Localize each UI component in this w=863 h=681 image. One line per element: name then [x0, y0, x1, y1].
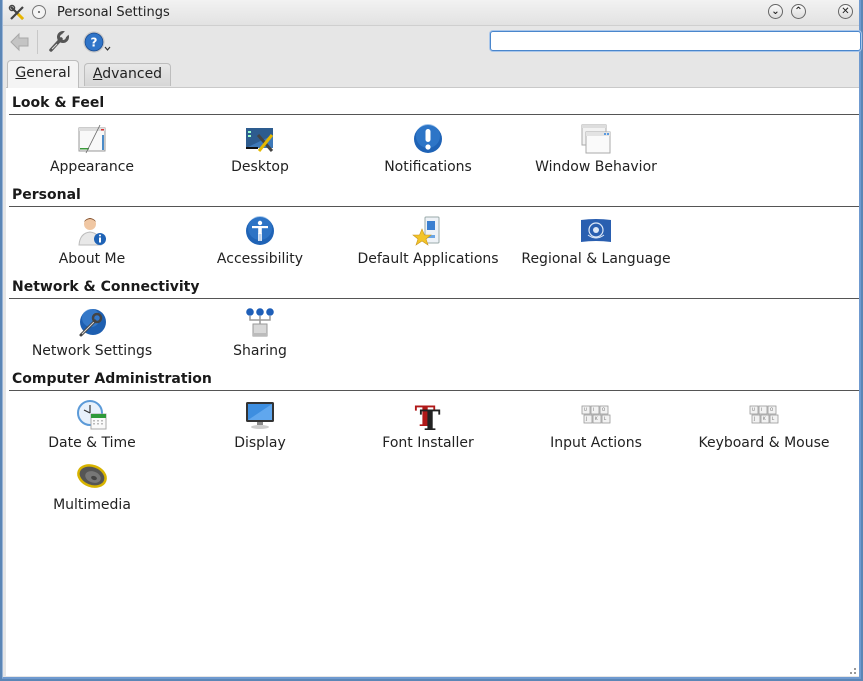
regional-language-icon — [581, 219, 611, 242]
item-label: Network Settings — [31, 343, 153, 359]
settings-tools-icon[interactable] — [8, 4, 26, 22]
svg-text:I: I — [593, 407, 594, 412]
tab-advanced-label: dvanced — [102, 66, 163, 82]
settings-content: Look & Feel Appearance Desktop Notificat… — [6, 87, 859, 676]
section-header-personal: Personal — [12, 187, 81, 203]
help-button[interactable]: ? — [83, 29, 113, 55]
font-installer-icon: T T — [415, 400, 441, 431]
svg-text:T: T — [420, 404, 441, 431]
section-header-computer-administration: Computer Administration — [12, 371, 212, 387]
window-title: Personal Settings — [57, 5, 170, 20]
title-bar[interactable]: Personal Settings ⌄ ⌃ ✕ — [3, 0, 859, 26]
configure-button[interactable] — [45, 29, 71, 55]
item-accessibility[interactable]: Accessibility — [176, 215, 344, 275]
notifications-icon — [414, 124, 442, 153]
item-font-installer[interactable]: T T Font Installer — [344, 399, 512, 459]
desktop-icon — [246, 128, 274, 152]
item-default-applications[interactable]: Default Applications — [344, 215, 512, 275]
search-input[interactable] — [490, 31, 861, 51]
item-label: Window Behavior — [535, 159, 657, 175]
svg-text:I: I — [761, 407, 762, 412]
minimize-icon: ⌄ — [771, 6, 780, 17]
item-network-settings[interactable]: Network Settings — [8, 307, 176, 367]
item-display[interactable]: Display — [176, 399, 344, 459]
about-me-icon — [78, 218, 106, 246]
svg-text:?: ? — [91, 36, 98, 50]
keyboard-mouse-icon: U I OJ K L — [749, 405, 779, 424]
appearance-icon — [78, 124, 106, 154]
accessibility-icon — [246, 216, 274, 245]
section-divider — [9, 114, 859, 115]
item-desktop[interactable]: Desktop — [176, 123, 344, 183]
multimedia-icon — [77, 464, 107, 488]
date-time-icon — [77, 400, 107, 430]
close-button[interactable]: ✕ — [838, 4, 853, 19]
item-label: Notifications — [384, 159, 472, 175]
item-keyboard-mouse[interactable]: UIOJKL Keyboard & Mouse — [680, 399, 848, 459]
maximize-icon: ⌃ — [794, 6, 803, 17]
item-label: Display — [234, 435, 286, 451]
personal-settings-window: Personal Settings ⌄ ⌃ ✕ ? General Advanc… — [2, 0, 861, 679]
item-label: Multimedia — [53, 497, 131, 513]
tab-advanced-mnemonic: A — [92, 66, 103, 82]
item-label: Regional & Language — [521, 251, 671, 267]
network-settings-icon — [79, 309, 106, 337]
item-label: Input Actions — [550, 435, 642, 451]
item-about-me[interactable]: About Me — [8, 215, 176, 275]
section-divider — [9, 206, 859, 207]
on-all-desktops-button[interactable] — [32, 5, 46, 19]
svg-text:J: J — [753, 416, 755, 421]
item-label: Keyboard & Mouse — [698, 435, 830, 451]
resize-grip-icon[interactable] — [849, 667, 857, 675]
section-header-network-connectivity: Network & Connectivity — [12, 279, 200, 295]
item-label: Date & Time — [48, 435, 136, 451]
item-sharing[interactable]: Sharing — [176, 307, 344, 367]
svg-text:U: U — [752, 407, 755, 412]
item-label: Desktop — [231, 159, 289, 175]
close-icon: ✕ — [841, 6, 850, 17]
svg-text:O: O — [602, 407, 605, 412]
item-label: Sharing — [233, 343, 287, 359]
tab-general[interactable]: General — [7, 60, 79, 88]
item-appearance[interactable]: Appearance — [8, 123, 176, 183]
maximize-button[interactable]: ⌃ — [791, 4, 806, 19]
item-label: Appearance — [49, 159, 135, 175]
minimize-button[interactable]: ⌄ — [768, 4, 783, 19]
default-applications-icon — [412, 216, 440, 246]
item-label: Font Installer — [382, 435, 474, 451]
back-button[interactable] — [7, 29, 33, 55]
window-behavior-icon — [581, 124, 611, 154]
display-icon — [246, 402, 274, 429]
item-label: Default Applications — [357, 251, 499, 267]
section-header-look-and-feel: Look & Feel — [12, 95, 105, 111]
item-multimedia[interactable]: Multimedia — [8, 461, 176, 521]
tab-general-mnemonic: G — [15, 65, 27, 81]
sharing-icon — [246, 308, 274, 337]
tab-bar: General Advanced — [3, 60, 859, 88]
section-divider — [9, 298, 859, 299]
svg-text:K: K — [595, 416, 598, 421]
item-date-time[interactable]: Date & Time — [8, 399, 176, 459]
item-notifications[interactable]: Notifications — [344, 123, 512, 183]
svg-text:O: O — [770, 407, 773, 412]
help-icon: ? — [83, 31, 111, 53]
svg-text:U: U — [584, 407, 587, 412]
item-label: Accessibility — [216, 251, 304, 267]
item-label: About Me — [58, 251, 126, 267]
wrench-icon — [49, 30, 70, 52]
tab-general-label: eneral — [26, 65, 71, 81]
item-regional-language[interactable]: Regional & Language — [512, 215, 680, 275]
back-arrow-icon — [10, 32, 29, 52]
toolbar-separator — [37, 30, 38, 54]
svg-text:J: J — [585, 416, 587, 421]
item-window-behavior[interactable]: Window Behavior — [512, 123, 680, 183]
input-actions-icon: U I OJ K L — [581, 405, 611, 424]
svg-text:K: K — [763, 416, 766, 421]
tab-advanced[interactable]: Advanced — [84, 63, 171, 86]
section-divider — [9, 390, 859, 391]
toolbar: ? — [3, 26, 861, 58]
item-input-actions[interactable]: UIOJKL Input Actions — [512, 399, 680, 459]
